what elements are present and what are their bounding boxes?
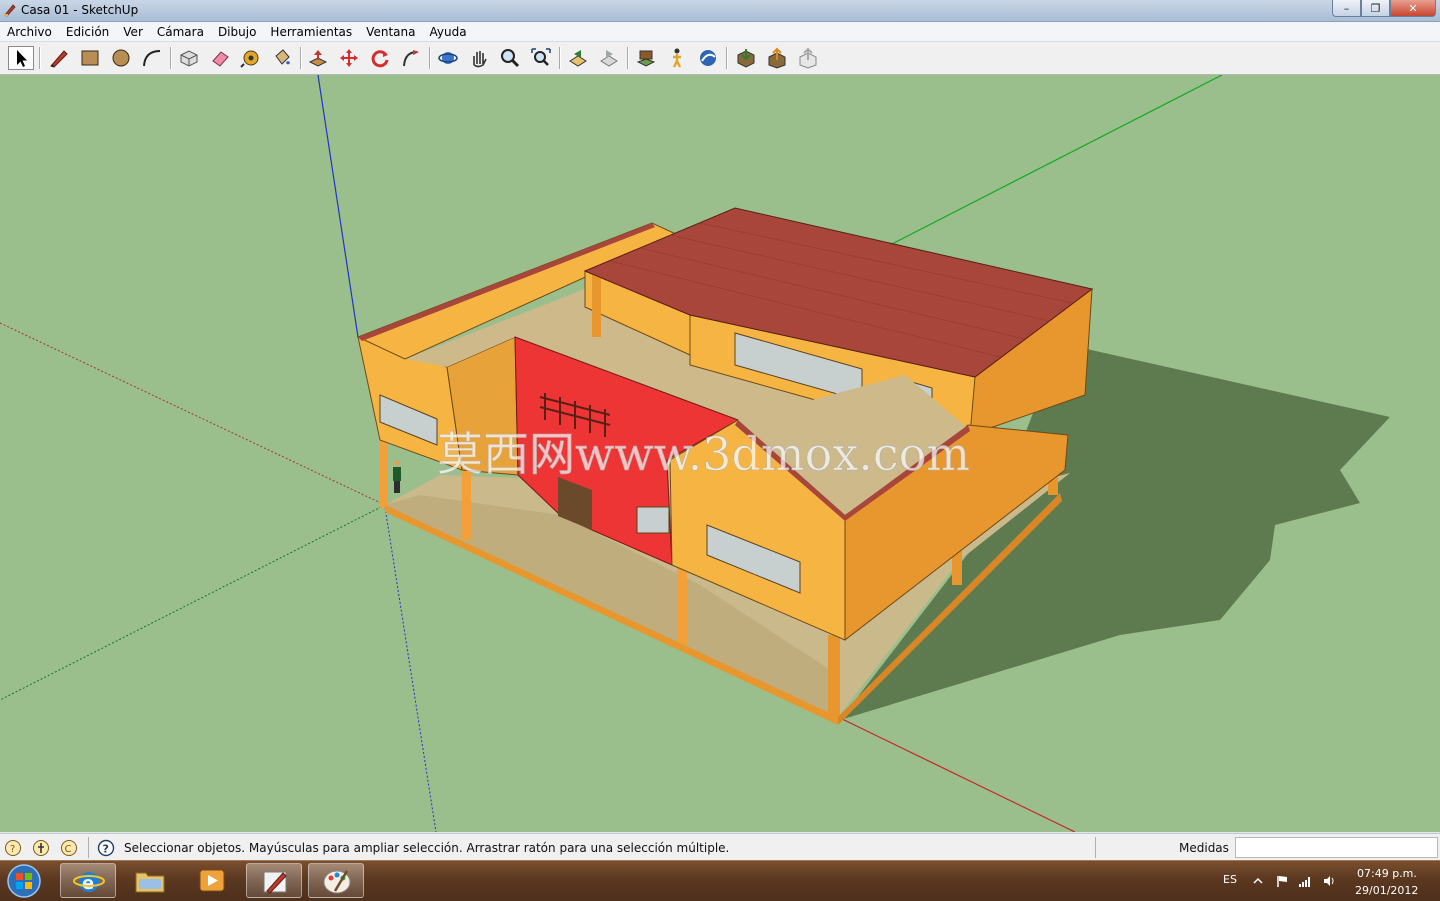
red-axis-dotted [0, 322, 386, 506]
circle-icon[interactable] [108, 46, 134, 70]
rectangle-icon[interactable] [77, 46, 103, 70]
svg-text:?: ? [103, 843, 109, 856]
internet-explorer-icon: e [73, 872, 105, 894]
walk-icon[interactable] [664, 46, 690, 70]
credits-icon[interactable] [32, 839, 50, 857]
follow-me-icon[interactable] [398, 46, 424, 70]
blue-axis-dotted [384, 506, 437, 832]
menu-ver[interactable]: Ver [116, 25, 150, 39]
sketchup-app-icon [4, 4, 16, 17]
red-axis [837, 716, 1076, 832]
watermark-text: 莫西网www.3dmox.com [437, 427, 970, 481]
menu-archivo[interactable]: Archivo [0, 25, 59, 39]
pan-icon[interactable] [466, 46, 492, 70]
measurements-input[interactable] [1235, 837, 1438, 858]
share-component-icon[interactable] [795, 46, 821, 70]
svg-text:?: ? [10, 844, 15, 855]
green-axis-dotted [0, 504, 386, 701]
user-account-icon[interactable]: C [60, 839, 78, 857]
instructor-help-icon[interactable]: ? [97, 839, 115, 857]
volume-icon[interactable] [1322, 874, 1336, 888]
rotate-icon[interactable] [367, 46, 393, 70]
share-model-icon[interactable] [764, 46, 790, 70]
show-hidden-icons-icon[interactable] [1251, 874, 1265, 888]
svg-text:C: C [65, 844, 72, 855]
menu-camara[interactable]: Cámara [150, 25, 211, 39]
paint-bucket-icon[interactable] [269, 46, 295, 70]
windows-taskbar: e ES 07:49 p.m. 29/01/2012 [0, 860, 1440, 901]
taskbar-sketchup[interactable] [246, 863, 302, 898]
action-center-flag-icon[interactable] [1275, 874, 1289, 888]
green-axis [889, 75, 1223, 246]
scale-figure [393, 460, 401, 493]
minimize-button[interactable]: – [1332, 0, 1361, 17]
menu-dibujo[interactable]: Dibujo [211, 25, 263, 39]
eraser-icon[interactable] [207, 46, 233, 70]
pencil-line-icon[interactable] [46, 46, 72, 70]
position-camera-icon[interactable] [633, 46, 659, 70]
taskbar-paint[interactable] [308, 863, 364, 898]
house-model-scene[interactable]: 莫西网www.3dmox.com [0, 75, 1440, 832]
media-player-icon [199, 869, 225, 892]
arc-icon[interactable] [139, 46, 165, 70]
folder-icon [135, 872, 165, 893]
column [592, 273, 601, 337]
column [828, 635, 840, 717]
taskbar-internet-explorer[interactable]: e [60, 863, 116, 898]
window-title: Casa 01 - SketchUp [21, 3, 139, 17]
push-pull-icon[interactable] [305, 46, 331, 70]
zoom-extents-icon[interactable] [528, 46, 554, 70]
zoom-icon[interactable] [497, 46, 523, 70]
measurements-label: Medidas [1179, 841, 1229, 855]
close-button[interactable]: ✕ [1390, 0, 1436, 17]
taskbar-media-player[interactable] [184, 863, 240, 898]
clock-date[interactable]: 29/01/2012 [1355, 884, 1418, 897]
column [677, 565, 687, 645]
orbit-icon[interactable] [435, 46, 461, 70]
red-wall-window [636, 506, 670, 534]
title-bar: Casa 01 - SketchUp – ❐ ✕ [0, 0, 1440, 22]
network-icon[interactable] [1298, 874, 1312, 888]
get-models-icon[interactable] [733, 46, 759, 70]
start-orb-icon[interactable] [3, 863, 45, 899]
move-icon[interactable] [336, 46, 362, 70]
sketchup-icon [263, 871, 287, 894]
maximize-button[interactable]: ❐ [1361, 0, 1390, 17]
menu-herramientas[interactable]: Herramientas [263, 25, 359, 39]
main-toolbar [0, 42, 1440, 75]
menu-ventana[interactable]: Ventana [359, 25, 422, 39]
input-language[interactable]: ES [1223, 873, 1237, 886]
paint-icon [323, 870, 351, 894]
status-message: Seleccionar objetos. Mayúsculas para amp… [124, 841, 730, 855]
menu-edicion[interactable]: Edición [59, 25, 116, 39]
drawing-viewport[interactable]: 莫西网www.3dmox.com [0, 75, 1440, 832]
look-around-icon[interactable] [695, 46, 721, 70]
make-component-icon[interactable] [176, 46, 202, 70]
menu-bar: Archivo Edición Ver Cámara Dibujo Herram… [0, 22, 1440, 42]
status-bar: ? C ? Seleccionar objetos. Mayúsculas pa… [0, 833, 1440, 860]
next-view-icon[interactable] [596, 46, 622, 70]
blue-axis [317, 75, 359, 338]
previous-view-icon[interactable] [565, 46, 591, 70]
geo-location-icon[interactable]: ? [4, 839, 22, 857]
tape-measure-icon[interactable] [238, 46, 264, 70]
column [380, 440, 388, 508]
clock-time[interactable]: 07:49 p.m. [1357, 867, 1417, 880]
select-tool-icon[interactable] [8, 46, 34, 70]
window-controls: – ❐ ✕ [1332, 0, 1436, 19]
menu-ayuda[interactable]: Ayuda [422, 25, 473, 39]
taskbar-file-explorer[interactable] [122, 863, 178, 898]
